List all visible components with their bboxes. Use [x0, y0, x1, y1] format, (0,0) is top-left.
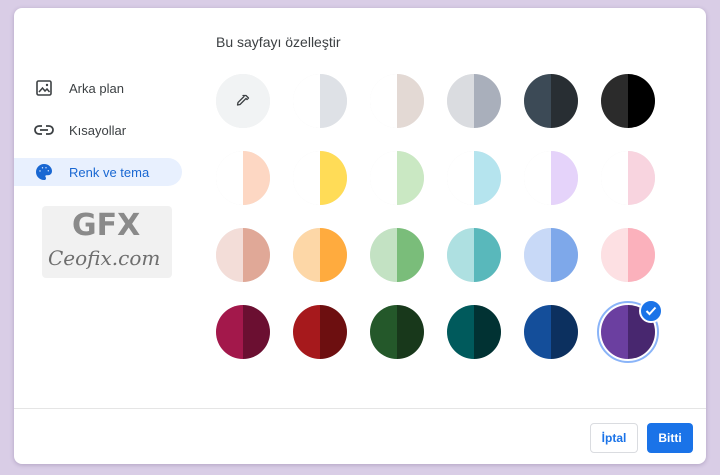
- theme-swatch[interactable]: [293, 74, 347, 128]
- theme-swatch[interactable]: [370, 151, 424, 205]
- custom-color-swatch[interactable]: [216, 74, 270, 128]
- theme-swatch[interactable]: [370, 228, 424, 282]
- watermark-text: Ceofix.com: [48, 246, 161, 270]
- theme-swatch[interactable]: [524, 228, 578, 282]
- eyedropper-icon: [235, 93, 251, 109]
- palette-icon: [34, 162, 54, 182]
- watermark: GFX Ceofix.com: [42, 206, 172, 278]
- sidebar-item-shortcuts[interactable]: Kısayollar: [14, 116, 186, 144]
- theme-swatch[interactable]: [293, 228, 347, 282]
- theme-swatch[interactable]: [601, 228, 655, 282]
- theme-swatch[interactable]: [447, 305, 501, 359]
- footer-divider: [14, 408, 706, 409]
- theme-swatch[interactable]: [447, 74, 501, 128]
- theme-swatch[interactable]: [447, 151, 501, 205]
- theme-swatch[interactable]: [216, 228, 270, 282]
- customize-dialog: Bu sayfayı özelleştir Arka plan Kısayoll…: [14, 8, 706, 464]
- theme-swatch[interactable]: [293, 151, 347, 205]
- theme-swatch[interactable]: [216, 305, 270, 359]
- sidebar-item-background[interactable]: Arka plan: [14, 74, 186, 102]
- theme-swatch[interactable]: [601, 74, 655, 128]
- theme-swatch[interactable]: [447, 228, 501, 282]
- link-icon: [34, 120, 54, 140]
- theme-swatch[interactable]: [370, 74, 424, 128]
- selected-check-icon: [639, 299, 663, 323]
- watermark-logo: GFX: [72, 208, 141, 243]
- sidebar-item-label: Arka plan: [69, 80, 124, 96]
- theme-swatch[interactable]: [524, 74, 578, 128]
- theme-swatch[interactable]: [216, 151, 270, 205]
- sidebar-item-color-theme[interactable]: Renk ve tema: [14, 158, 182, 186]
- sidebar-item-label: Kısayollar: [69, 122, 127, 138]
- sidebar-item-label: Renk ve tema: [69, 164, 150, 180]
- theme-swatch[interactable]: [524, 305, 578, 359]
- image-icon: [34, 78, 54, 98]
- theme-swatch[interactable]: [524, 151, 578, 205]
- sidebar: Arka plan Kısayollar Renk ve tema: [14, 74, 186, 200]
- dialog-title: Bu sayfayı özelleştir: [216, 34, 341, 50]
- done-button[interactable]: Bitti: [647, 423, 693, 453]
- cancel-button[interactable]: İptal: [590, 423, 638, 453]
- theme-swatch[interactable]: [293, 305, 347, 359]
- theme-swatch[interactable]: [601, 151, 655, 205]
- theme-swatch[interactable]: [370, 305, 424, 359]
